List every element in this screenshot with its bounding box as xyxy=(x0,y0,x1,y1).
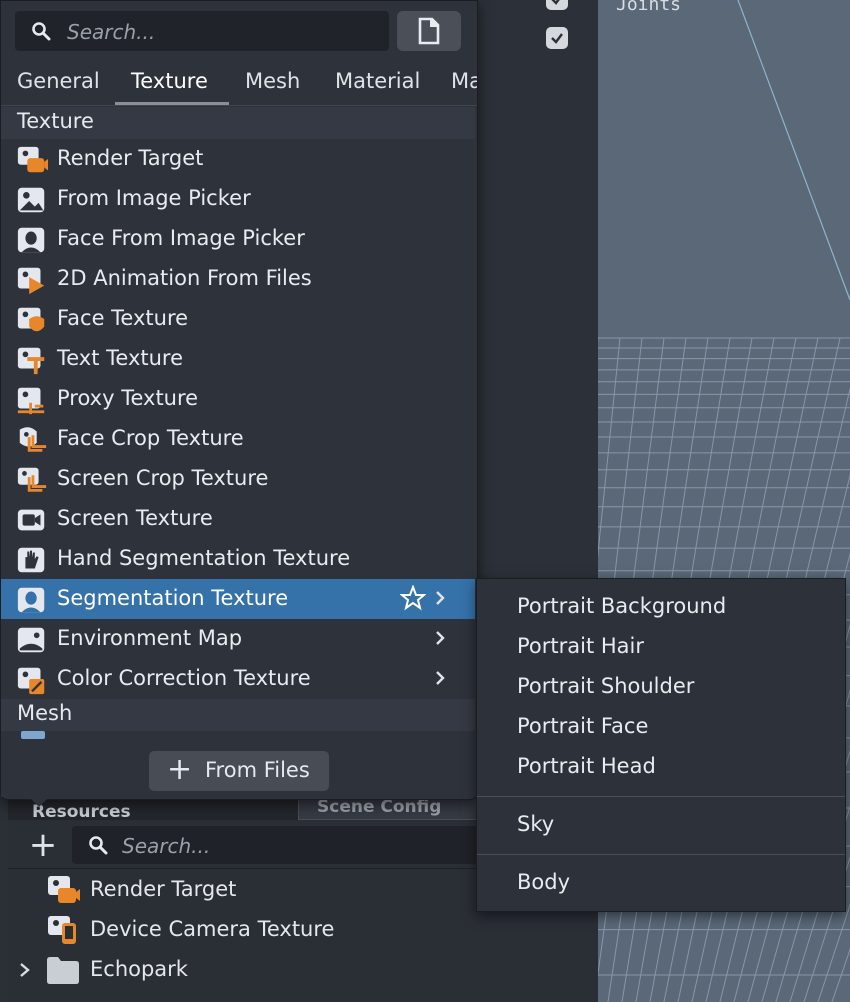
proxy-texture-icon xyxy=(17,387,45,415)
menu-item-label: Render Target xyxy=(57,146,204,170)
search-icon xyxy=(32,22,51,41)
submenu-item-portrait-head[interactable]: Portrait Head xyxy=(477,747,845,787)
tab-general[interactable]: General xyxy=(17,69,100,93)
popup-search-placeholder: Search... xyxy=(67,20,156,44)
animation-icon xyxy=(17,267,45,295)
text-texture-icon xyxy=(17,347,45,375)
resource-item-label: Device Camera Texture xyxy=(90,917,335,941)
visibility-checkbox[interactable] xyxy=(546,0,568,10)
submenu-item-sky[interactable]: Sky xyxy=(477,805,845,845)
document-icon xyxy=(418,17,440,45)
resource-item-device-camera[interactable]: Device Camera Texture xyxy=(8,910,598,950)
render-target-icon xyxy=(17,146,48,173)
face-image-icon xyxy=(17,227,45,253)
menu-item-proxy-texture[interactable]: Proxy Texture xyxy=(1,379,475,419)
active-tab-indicator xyxy=(115,102,229,105)
menu-item-from-image-picker[interactable]: From Image Picker xyxy=(1,179,475,219)
menu-item-label: Color Correction Texture xyxy=(57,666,311,690)
chevron-right-icon xyxy=(436,631,445,645)
tab-mesh[interactable]: Mesh xyxy=(245,69,300,93)
submenu-item-body[interactable]: Body xyxy=(477,863,845,903)
search-icon xyxy=(89,836,108,855)
menu-item-label: Text Texture xyxy=(57,346,184,370)
menu-item-label: Face Crop Texture xyxy=(57,426,244,450)
face-crop-icon xyxy=(19,427,47,452)
chevron-right-icon xyxy=(436,591,445,605)
menu-item-hand-segmentation-texture[interactable]: Hand Segmentation Texture xyxy=(1,539,475,579)
menu-item-label: Proxy Texture xyxy=(57,386,199,410)
from-files-button[interactable]: + From Files xyxy=(149,751,329,791)
menu-item-face-crop-texture[interactable]: Face Crop Texture xyxy=(1,419,475,459)
image-icon xyxy=(17,187,45,213)
menu-item-2d-animation-from-files[interactable]: 2D Animation From Files xyxy=(1,259,475,299)
menu-item-face-texture[interactable]: Face Texture xyxy=(1,299,475,339)
chevron-right-icon[interactable] xyxy=(18,962,32,978)
menu-item-color-correction-texture[interactable]: Color Correction Texture xyxy=(1,659,475,699)
menu-item-label: Environment Map xyxy=(57,626,243,650)
popup-search-input[interactable]: Search... xyxy=(15,11,389,51)
submenu-item-portrait-face[interactable]: Portrait Face xyxy=(477,707,845,747)
menu-item-label: Face Texture xyxy=(57,306,189,330)
menu-item-text-texture[interactable]: Text Texture xyxy=(1,339,475,379)
favorite-star-icon[interactable] xyxy=(400,585,426,611)
menu-item-segmentation-texture[interactable]: Segmentation Texture xyxy=(1,579,475,619)
menu-item-screen-texture[interactable]: Screen Texture xyxy=(1,499,475,539)
visibility-column xyxy=(478,0,598,600)
menu-item-label: Hand Segmentation Texture xyxy=(57,546,351,570)
resource-item-label: Echopark xyxy=(90,957,188,981)
visibility-checkbox[interactable] xyxy=(546,27,568,49)
color-correction-icon xyxy=(17,667,45,695)
submenu-divider xyxy=(477,854,845,855)
tab-more[interactable]: Ma xyxy=(451,69,477,93)
screen-texture-icon xyxy=(17,509,45,531)
resource-item-label: Render Target xyxy=(90,877,237,901)
tab-material[interactable]: Material xyxy=(335,69,420,93)
menu-item-face-from-image-picker[interactable]: Face From Image Picker xyxy=(1,219,475,259)
submenu-item-portrait-background[interactable]: Portrait Background xyxy=(477,587,845,627)
popup-category-tabs: General Texture Mesh Material Ma xyxy=(1,63,477,106)
menu-item-label: 2D Animation From Files xyxy=(57,266,312,290)
menu-item-label: Screen Texture xyxy=(57,506,213,530)
resource-item-echopark[interactable]: Echopark xyxy=(8,950,598,990)
resources-search-placeholder: Search... xyxy=(122,834,211,858)
from-files-label: From Files xyxy=(205,758,310,782)
section-header-mesh: Mesh xyxy=(1,699,475,731)
tab-texture[interactable]: Texture xyxy=(131,69,208,93)
menu-item-environment-map[interactable]: Environment Map xyxy=(1,619,475,659)
hand-icon xyxy=(17,547,45,573)
render-target-icon xyxy=(48,876,80,903)
menu-item-label: Face From Image Picker xyxy=(57,226,305,250)
menu-item-label: Segmentation Texture xyxy=(57,586,289,610)
menu-item-screen-crop-texture[interactable]: Screen Crop Texture xyxy=(1,459,475,499)
device-camera-icon xyxy=(48,916,76,944)
menu-item-label: Screen Crop Texture xyxy=(57,466,269,490)
segmentation-submenu: Portrait Background Portrait Hair Portra… xyxy=(476,578,846,912)
menu-item-label: From Image Picker xyxy=(57,186,251,210)
mesh-icon-partial xyxy=(21,731,45,739)
face-texture-icon xyxy=(17,307,45,332)
segmentation-icon xyxy=(17,587,45,613)
add-resource-button[interactable]: + xyxy=(26,828,60,864)
chevron-right-icon xyxy=(436,671,445,685)
environment-map-icon xyxy=(17,627,45,653)
joints-label: Joints xyxy=(616,0,682,15)
submenu-divider xyxy=(477,796,845,797)
folder-icon xyxy=(47,957,79,984)
plus-icon: + xyxy=(167,752,193,787)
section-header-texture: Texture xyxy=(1,107,475,139)
menu-item-render-target[interactable]: Render Target xyxy=(1,139,475,179)
submenu-item-portrait-hair[interactable]: Portrait Hair xyxy=(477,627,845,667)
add-resource-popup: Search... General Texture Mesh Material … xyxy=(0,0,478,800)
submenu-item-portrait-shoulder[interactable]: Portrait Shoulder xyxy=(477,667,845,707)
popup-pointer xyxy=(28,796,50,807)
new-file-button[interactable] xyxy=(397,11,461,51)
popup-footer: + From Files xyxy=(1,731,475,797)
screen-crop-icon xyxy=(17,467,47,492)
